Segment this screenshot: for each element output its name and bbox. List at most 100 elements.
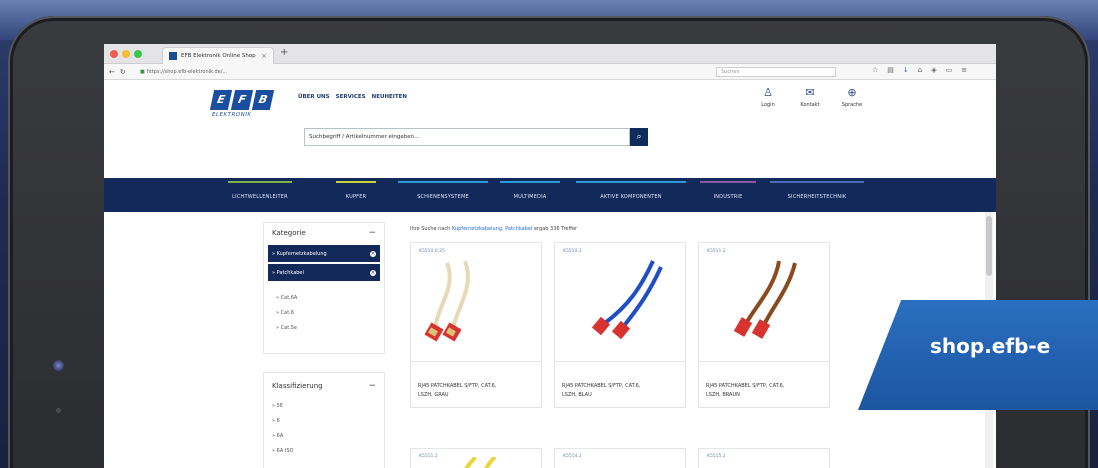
site-header: E F B ELEKTRONIK ÜBER UNS SERVICES NEUHE… <box>104 80 996 154</box>
logo-letter-f: F <box>230 90 254 110</box>
class-item-6[interactable]: » 6 <box>264 414 384 429</box>
top-navigation: ÜBER UNS SERVICES NEUHEITEN <box>298 94 407 100</box>
login-link[interactable]: ♙ Login <box>754 86 782 108</box>
product-sku: K5514.2 <box>563 454 582 459</box>
patchcable-grey-image <box>424 260 470 342</box>
new-tab-icon[interactable]: + <box>280 47 288 58</box>
sub-category-cat6[interactable]: » Cat.6 <box>264 306 384 321</box>
nav-link-neuheiten[interactable]: NEUHEITEN <box>372 94 407 100</box>
nav-link-services[interactable]: SERVICES <box>336 94 366 100</box>
tab-title: EFB Elektronik Online Shop <box>181 53 256 59</box>
menu-icon[interactable]: ≡ <box>961 66 967 74</box>
search-result-summary: Ihre Suche nach Kupfernetzkabelung, Patc… <box>410 226 577 232</box>
product-card[interactable]: K5511.2 <box>410 448 542 468</box>
klassifizierung-panel: Klassifizierung − » 5E » 6 » 6A » 6A ISO <box>263 372 385 468</box>
kontakt-link[interactable]: ✉ Kontakt <box>796 86 824 108</box>
browser-toolbar: ☆ ▤ ↓ ⌂ ◈ ▭ ≡ <box>872 66 967 74</box>
remove-filter-icon[interactable]: × <box>370 269 376 276</box>
product-card[interactable]: K5511.2 <box>698 242 830 362</box>
category-kupfer[interactable]: KUPFER <box>334 178 378 212</box>
kontakt-label: Kontakt <box>800 102 820 108</box>
back-icon[interactable]: ← <box>109 68 115 76</box>
category-filter-kupfernetzkabelung[interactable]: » Kupfernetzkabelung × <box>268 245 380 262</box>
home-icon[interactable]: ⌂ <box>918 66 922 74</box>
logo-letter-b: B <box>251 90 275 110</box>
login-label: Login <box>761 102 775 108</box>
klassifizierung-title: Klassifizierung <box>272 382 323 390</box>
category-filter-label: » Kupfernetzkabelung <box>272 250 327 257</box>
promo-banner-text: shop.efb-e <box>930 334 1051 358</box>
browser-tab[interactable]: EFB Elektronik Online Shop × <box>162 47 274 64</box>
category-industrie[interactable]: INDUSTRIE <box>700 178 756 212</box>
klassifizierung-header[interactable]: Klassifizierung − <box>264 373 384 399</box>
user-icon: ♙ <box>763 86 773 99</box>
tab-close-icon[interactable]: × <box>261 52 267 60</box>
shield-icon[interactable]: ◈ <box>931 66 936 74</box>
favicon-icon <box>169 52 177 60</box>
product-card-footer <box>554 362 686 408</box>
patchcable-brown-image <box>733 260 797 339</box>
product-card-footer <box>698 362 830 408</box>
patchcable-yellow-image <box>464 457 497 468</box>
camera-icon <box>53 360 64 371</box>
sub-category-cat6a[interactable]: » Cat.6A <box>264 291 384 306</box>
user-links: ♙ Login ✉ Kontakt ⊕ Sprache <box>754 86 866 108</box>
browser-addressbar: ← ↻ ■ https://shop.efb-elektronik.de/... … <box>104 64 996 80</box>
download-icon[interactable]: ↓ <box>903 66 909 74</box>
product-sku: K5511.2 <box>707 249 726 254</box>
site-search: Suchbegriff / Artikelnummer eingeben... … <box>304 128 648 146</box>
patchcable-blue-image <box>591 260 663 340</box>
star-icon[interactable]: ☆ <box>872 66 878 74</box>
category-aktive-komponenten[interactable]: AKTIVE KOMPONENTEN <box>576 178 686 212</box>
category-filter-label: » Patchkabel <box>272 269 304 276</box>
library-icon[interactable]: ▤ <box>887 66 894 74</box>
url-field[interactable]: ■ https://shop.efb-elektronik.de/... <box>140 67 700 77</box>
sub-category-cat5e[interactable]: » Cat.5e <box>264 321 384 336</box>
category-lichtwellenleiter[interactable]: LICHTWELLENLEITER <box>224 178 296 212</box>
result-suffix: ergab 336 Treffer <box>533 226 578 232</box>
collapse-icon[interactable]: − <box>368 228 376 238</box>
category-sicherheitstechnik[interactable]: SICHERHEITSTECHNIK <box>770 178 864 212</box>
collapse-icon[interactable]: − <box>368 381 376 391</box>
product-card[interactable]: K5515.2 <box>698 448 830 468</box>
reload-icon[interactable]: ↻ <box>120 68 126 76</box>
product-sku: K5510.0,25 <box>419 249 445 254</box>
product-card[interactable]: K5514.2 <box>554 448 686 468</box>
site-search-input[interactable]: Suchbegriff / Artikelnummer eingeben... <box>304 128 630 146</box>
sprache-label: Sprache <box>841 102 863 108</box>
class-item-5e[interactable]: » 5E <box>264 399 384 414</box>
result-terms[interactable]: Kupfernetzkabelung, Patchkabel <box>452 226 532 232</box>
mail-icon: ✉ <box>805 86 815 99</box>
search-icon: ⌕ <box>636 132 642 142</box>
url-text: https://shop.efb-elektronik.de/... <box>146 69 228 75</box>
close-window-icon[interactable] <box>110 50 118 58</box>
nav-link-ueber-uns[interactable]: ÜBER UNS <box>298 94 330 100</box>
browser-search-input[interactable]: Suchen <box>716 67 836 77</box>
kategorie-panel: Kategorie − » Kupfernetzkabelung × » Pat… <box>263 222 385 354</box>
search-button[interactable]: ⌕ <box>630 128 648 146</box>
sprache-link[interactable]: ⊕ Sprache <box>838 86 866 108</box>
product-card-footer <box>410 362 542 408</box>
kategorie-header[interactable]: Kategorie − <box>264 223 384 243</box>
class-item-6a[interactable]: » 6A <box>264 429 384 444</box>
scrollbar-thumb[interactable] <box>986 216 992 276</box>
logo-subtitle: ELEKTRONIK <box>212 112 252 118</box>
lock-icon: ■ <box>140 69 145 75</box>
category-bar: LICHTWELLENLEITER KUPFER SCHIENENSYSTEME… <box>104 178 996 212</box>
globe-icon: ⊕ <box>847 86 857 99</box>
class-item-6a-iso[interactable]: » 6A ISO <box>264 444 384 459</box>
maximize-window-icon[interactable] <box>134 50 142 58</box>
sensor-icon <box>56 408 61 413</box>
category-schienensysteme[interactable]: SCHIENENSYSTEME <box>398 178 488 212</box>
minimize-window-icon[interactable] <box>122 50 130 58</box>
category-filter-patchkabel[interactable]: » Patchkabel × <box>268 264 380 281</box>
product-sku: K5511.2 <box>419 454 438 459</box>
remove-filter-icon[interactable]: × <box>370 250 376 257</box>
reader-icon[interactable]: ▭ <box>946 66 953 74</box>
category-multimedia[interactable]: MULTIMEDIA <box>500 178 560 212</box>
result-prefix: Ihre Suche nach <box>410 226 451 232</box>
efb-logo[interactable]: E F B ELEKTRONIK <box>209 90 276 122</box>
product-card[interactable]: K5510.2 <box>554 242 686 362</box>
product-sku: K5515.2 <box>707 454 726 459</box>
product-card[interactable]: K5510.0,25 <box>410 242 542 362</box>
